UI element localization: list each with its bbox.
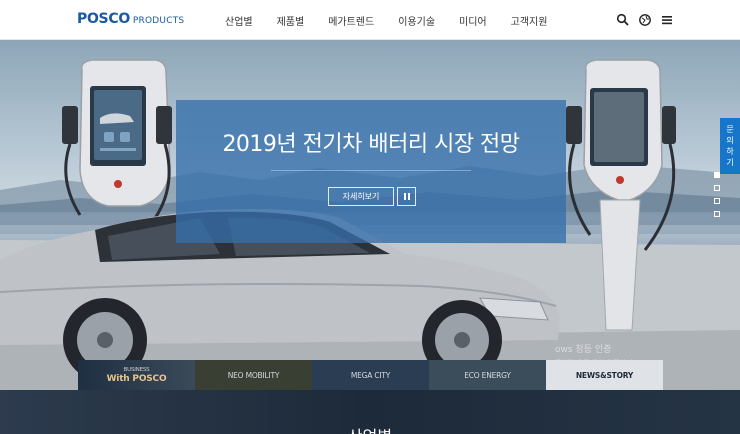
nav-item-media[interactable]: 미디어 bbox=[459, 13, 487, 28]
page: POSCO PRODUCTS 산업별 제품별 메가트렌드 이용기술 미디어 고객… bbox=[0, 0, 740, 434]
nav-item-megatrend[interactable]: 메가트렌드 bbox=[328, 13, 374, 28]
logo-main-text: POSCO bbox=[77, 11, 130, 27]
category-tabs: BUSINESS With POSCO NEO MOBILITY MEGA CI… bbox=[78, 360, 663, 390]
inquiry-char: 기 bbox=[726, 158, 734, 167]
nav-item-support[interactable]: 고객지원 bbox=[511, 13, 548, 28]
logo-sub-text: PRODUCTS bbox=[132, 16, 185, 26]
tab-news-story[interactable]: NEWS&STORY bbox=[546, 360, 663, 390]
pause-button[interactable] bbox=[397, 187, 416, 206]
menu-icon[interactable] bbox=[660, 12, 674, 26]
main-nav: 산업별 제품별 메가트렌드 이용기술 미디어 고객지원 bbox=[225, 0, 571, 40]
hero-banner: 2019년 전기차 배터리 시장 전망 자세히보기 bbox=[176, 100, 566, 243]
slide-dot-2[interactable] bbox=[714, 185, 720, 191]
slide-dot-4[interactable] bbox=[714, 211, 720, 217]
slide-dot-3[interactable] bbox=[714, 198, 720, 204]
site-header: POSCO PRODUCTS 산업별 제품별 메가트렌드 이용기술 미디어 고객… bbox=[0, 0, 740, 40]
globe-icon[interactable] bbox=[638, 12, 652, 26]
utility-icons bbox=[608, 12, 674, 26]
inquiry-char: 하 bbox=[726, 147, 734, 156]
nav-item-industry[interactable]: 산업별 bbox=[225, 13, 253, 28]
inquiry-char: 의 bbox=[726, 136, 734, 145]
section-title: 산업별 bbox=[0, 423, 740, 434]
slide-indicators bbox=[714, 172, 720, 224]
nav-item-technology[interactable]: 이용기술 bbox=[398, 13, 435, 28]
tab-neo-mobility[interactable]: NEO MOBILITY bbox=[195, 360, 312, 390]
search-icon[interactable] bbox=[616, 12, 630, 26]
tab-business-with-posco[interactable]: BUSINESS With POSCO bbox=[78, 360, 195, 390]
industry-section: 산업별 bbox=[0, 390, 740, 434]
banner-divider bbox=[271, 170, 471, 171]
hero-slider: 2019년 전기차 배터리 시장 전망 자세히보기 문 의 하 기 ows 청등… bbox=[0, 40, 740, 434]
tab-label-bottom: With POSCO bbox=[106, 374, 167, 384]
tab-eco-energy[interactable]: ECO ENERGY bbox=[429, 360, 546, 390]
posco-products-logo[interactable]: POSCO PRODUCTS bbox=[77, 11, 184, 27]
hero-title: 2019년 전기차 배터리 시장 전망 bbox=[222, 132, 520, 157]
inquiry-char: 문 bbox=[726, 125, 734, 134]
tab-mega-city[interactable]: MEGA CITY bbox=[312, 360, 429, 390]
inquiry-button[interactable]: 문 의 하 기 bbox=[720, 118, 740, 174]
pause-icon bbox=[403, 193, 411, 200]
detail-button[interactable]: 자세히보기 bbox=[328, 187, 394, 206]
news-title: ows 청등 인증 bbox=[555, 345, 612, 355]
nav-item-product[interactable]: 제품별 bbox=[277, 13, 305, 28]
